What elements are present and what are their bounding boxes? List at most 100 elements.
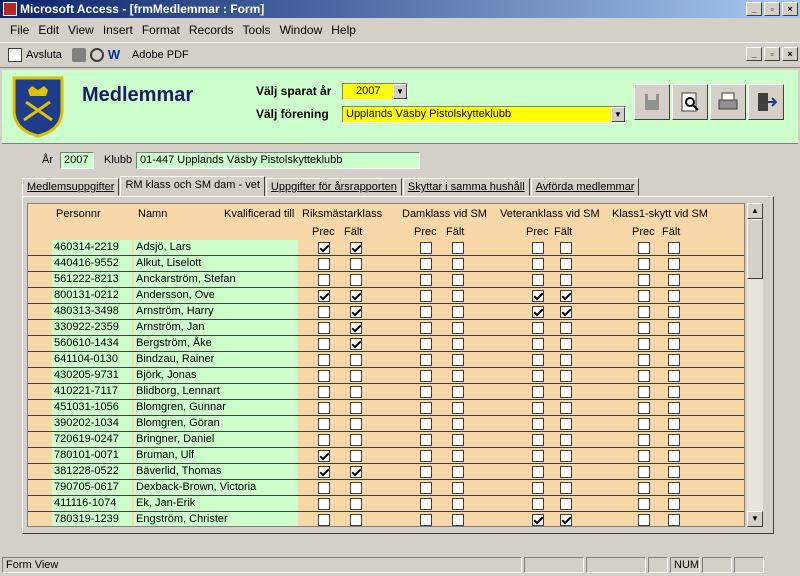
save-button[interactable] bbox=[634, 84, 670, 120]
checkbox[interactable] bbox=[452, 354, 464, 366]
checkbox[interactable] bbox=[452, 402, 464, 414]
menu-format[interactable]: Format bbox=[142, 23, 180, 37]
personnr-cell[interactable]: 780319-1239 bbox=[52, 512, 132, 526]
checkbox[interactable] bbox=[350, 274, 362, 286]
checkbox[interactable] bbox=[350, 450, 362, 462]
checkbox[interactable] bbox=[638, 306, 650, 318]
personnr-cell[interactable]: 641104-0130 bbox=[52, 352, 132, 367]
checkbox[interactable] bbox=[560, 242, 572, 254]
checkbox[interactable] bbox=[318, 450, 330, 462]
avsluta-button[interactable]: Avsluta bbox=[26, 49, 62, 61]
personnr-cell[interactable]: 411116-1074 bbox=[52, 496, 132, 511]
record-selector[interactable] bbox=[28, 336, 50, 351]
checkbox[interactable] bbox=[318, 514, 330, 526]
checkbox[interactable] bbox=[350, 290, 362, 302]
checkbox[interactable] bbox=[560, 354, 572, 366]
chevron-down-icon[interactable]: ▼ bbox=[393, 84, 407, 99]
checkbox[interactable] bbox=[350, 434, 362, 446]
checkbox[interactable] bbox=[318, 354, 330, 366]
checkbox[interactable] bbox=[452, 274, 464, 286]
scroll-up-button[interactable]: ▲ bbox=[747, 203, 763, 219]
checkbox[interactable] bbox=[532, 514, 544, 526]
child-close-button[interactable]: × bbox=[782, 47, 798, 61]
checkbox[interactable] bbox=[532, 386, 544, 398]
personnr-cell[interactable]: 561222-8213 bbox=[52, 272, 132, 287]
checkbox[interactable] bbox=[318, 482, 330, 494]
checkbox[interactable] bbox=[452, 418, 464, 430]
search-icon[interactable] bbox=[89, 48, 104, 62]
checkbox[interactable] bbox=[420, 402, 432, 414]
checkbox[interactable] bbox=[350, 498, 362, 510]
checkbox[interactable] bbox=[560, 514, 572, 526]
personnr-cell[interactable]: 390202-1034 bbox=[52, 416, 132, 431]
checkbox[interactable] bbox=[350, 418, 362, 430]
year-field[interactable]: 2007 bbox=[60, 152, 94, 169]
print-button[interactable] bbox=[710, 84, 746, 120]
checkbox[interactable] bbox=[668, 354, 680, 366]
personnr-cell[interactable]: 780101-0071 bbox=[52, 448, 132, 463]
personnr-cell[interactable]: 460314-2219 bbox=[52, 240, 132, 255]
personnr-cell[interactable]: 480313-3498 bbox=[52, 304, 132, 319]
record-selector[interactable] bbox=[28, 384, 50, 399]
checkbox[interactable] bbox=[532, 258, 544, 270]
menu-edit[interactable]: Edit bbox=[38, 23, 59, 37]
checkbox[interactable] bbox=[560, 274, 572, 286]
checkbox[interactable] bbox=[420, 258, 432, 270]
checkbox[interactable] bbox=[420, 370, 432, 382]
checkbox[interactable] bbox=[420, 290, 432, 302]
record-selector[interactable] bbox=[28, 400, 50, 415]
checkbox[interactable] bbox=[420, 322, 432, 334]
record-selector[interactable] bbox=[28, 272, 50, 287]
checkbox[interactable] bbox=[420, 498, 432, 510]
record-selector[interactable] bbox=[28, 512, 50, 526]
checkbox[interactable] bbox=[560, 290, 572, 302]
checkbox[interactable] bbox=[318, 466, 330, 478]
checkbox[interactable] bbox=[350, 322, 362, 334]
vertical-scrollbar[interactable]: ▲ ▼ bbox=[747, 203, 763, 527]
name-cell[interactable]: Blidborg, Lennart bbox=[134, 384, 298, 399]
personnr-cell[interactable]: 330922-2359 bbox=[52, 320, 132, 335]
checkbox[interactable] bbox=[420, 434, 432, 446]
record-selector[interactable] bbox=[28, 480, 50, 495]
checkbox[interactable] bbox=[420, 242, 432, 254]
record-selector[interactable] bbox=[28, 432, 50, 447]
checkbox[interactable] bbox=[532, 354, 544, 366]
record-selector[interactable] bbox=[28, 240, 50, 255]
menu-help[interactable]: Help bbox=[331, 23, 356, 37]
checkbox[interactable] bbox=[668, 498, 680, 510]
checkbox[interactable] bbox=[452, 434, 464, 446]
checkbox[interactable] bbox=[668, 322, 680, 334]
checkbox[interactable] bbox=[318, 498, 330, 510]
checkbox[interactable] bbox=[452, 242, 464, 254]
checkbox[interactable] bbox=[560, 370, 572, 382]
checkbox[interactable] bbox=[318, 402, 330, 414]
checkbox[interactable] bbox=[420, 482, 432, 494]
checkbox[interactable] bbox=[668, 258, 680, 270]
close-button[interactable]: × bbox=[782, 2, 798, 16]
checkbox[interactable] bbox=[532, 418, 544, 430]
adobe-pdf-menu[interactable]: Adobe PDF bbox=[132, 49, 189, 61]
checkbox[interactable] bbox=[420, 466, 432, 478]
record-selector[interactable] bbox=[28, 416, 50, 431]
checkbox[interactable] bbox=[452, 258, 464, 270]
record-selector[interactable] bbox=[28, 496, 50, 511]
personnr-cell[interactable]: 560610-1434 bbox=[52, 336, 132, 351]
name-cell[interactable]: Bindzau, Rainer bbox=[134, 352, 298, 367]
checkbox[interactable] bbox=[532, 498, 544, 510]
scroll-down-button[interactable]: ▼ bbox=[747, 511, 763, 527]
checkbox[interactable] bbox=[560, 386, 572, 398]
checkbox[interactable] bbox=[560, 498, 572, 510]
checkbox[interactable] bbox=[318, 370, 330, 382]
name-cell[interactable]: Bruman, Ulf bbox=[134, 448, 298, 463]
checkbox[interactable] bbox=[638, 482, 650, 494]
tab-hushall[interactable]: Skyttar i samma hushåll bbox=[402, 178, 530, 196]
checkbox[interactable] bbox=[350, 514, 362, 526]
checkbox[interactable] bbox=[668, 450, 680, 462]
name-cell[interactable]: Björk, Jonas bbox=[134, 368, 298, 383]
club-combo[interactable]: Upplands Väsby Pistolskytteklubb ▼ bbox=[342, 106, 626, 123]
checkbox[interactable] bbox=[318, 242, 330, 254]
checkbox[interactable] bbox=[638, 402, 650, 414]
name-cell[interactable]: Alkut, Liselott bbox=[134, 256, 298, 271]
personnr-cell[interactable]: 381228-0522 bbox=[52, 464, 132, 479]
checkbox[interactable] bbox=[668, 514, 680, 526]
